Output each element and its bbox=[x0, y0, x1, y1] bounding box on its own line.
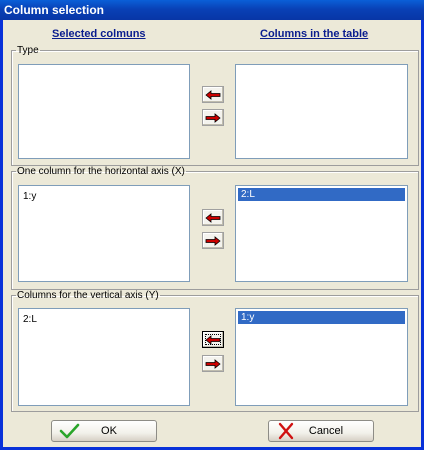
type-group-legend: Type bbox=[17, 45, 39, 56]
cancel-button[interactable]: Cancel bbox=[268, 420, 374, 442]
list-item-selected[interactable]: 1:y bbox=[238, 311, 405, 324]
type-move-right-button[interactable] bbox=[202, 109, 224, 126]
right-arrow-icon bbox=[205, 235, 221, 246]
y-move-left-button[interactable] bbox=[202, 331, 224, 348]
x-move-left-button[interactable] bbox=[202, 209, 224, 226]
column-selection-dialog: Column selection Selected colmuns Column… bbox=[0, 0, 424, 450]
type-move-left-button[interactable] bbox=[202, 86, 224, 103]
left-arrow-icon bbox=[205, 89, 221, 100]
right-arrow-icon bbox=[205, 358, 221, 369]
ok-button[interactable]: OK bbox=[51, 420, 157, 442]
list-item[interactable]: 1:y bbox=[23, 190, 187, 203]
y-move-right-button[interactable] bbox=[202, 355, 224, 372]
y-selected-list[interactable]: 2:L bbox=[18, 308, 190, 406]
type-selected-list[interactable] bbox=[18, 64, 190, 159]
x-table-list[interactable]: 2:L bbox=[235, 185, 408, 282]
title-bar[interactable]: Column selection bbox=[0, 0, 424, 20]
left-arrow-icon bbox=[205, 334, 221, 345]
x-move-right-button[interactable] bbox=[202, 232, 224, 249]
selected-columns-header: Selected colmuns bbox=[52, 28, 146, 40]
y-table-list[interactable]: 1:y bbox=[235, 308, 408, 406]
list-item[interactable]: 2:L bbox=[23, 313, 187, 326]
table-columns-header: Columns in the table bbox=[260, 28, 369, 40]
x-selected-list[interactable]: 1:y bbox=[18, 185, 190, 282]
left-arrow-icon bbox=[205, 212, 221, 223]
cancel-button-label: Cancel bbox=[308, 425, 344, 437]
list-item-selected[interactable]: 2:L bbox=[238, 188, 405, 201]
x-icon bbox=[278, 422, 294, 440]
x-axis-group-legend: One column for the horizontal axis (X) bbox=[17, 166, 185, 177]
right-arrow-icon bbox=[205, 112, 221, 123]
ok-button-label: OK bbox=[101, 425, 117, 437]
window-title: Column selection bbox=[4, 3, 105, 17]
y-axis-group-legend: Columns for the vertical axis (Y) bbox=[17, 290, 159, 301]
check-icon bbox=[59, 423, 80, 439]
type-table-list[interactable] bbox=[235, 64, 408, 159]
